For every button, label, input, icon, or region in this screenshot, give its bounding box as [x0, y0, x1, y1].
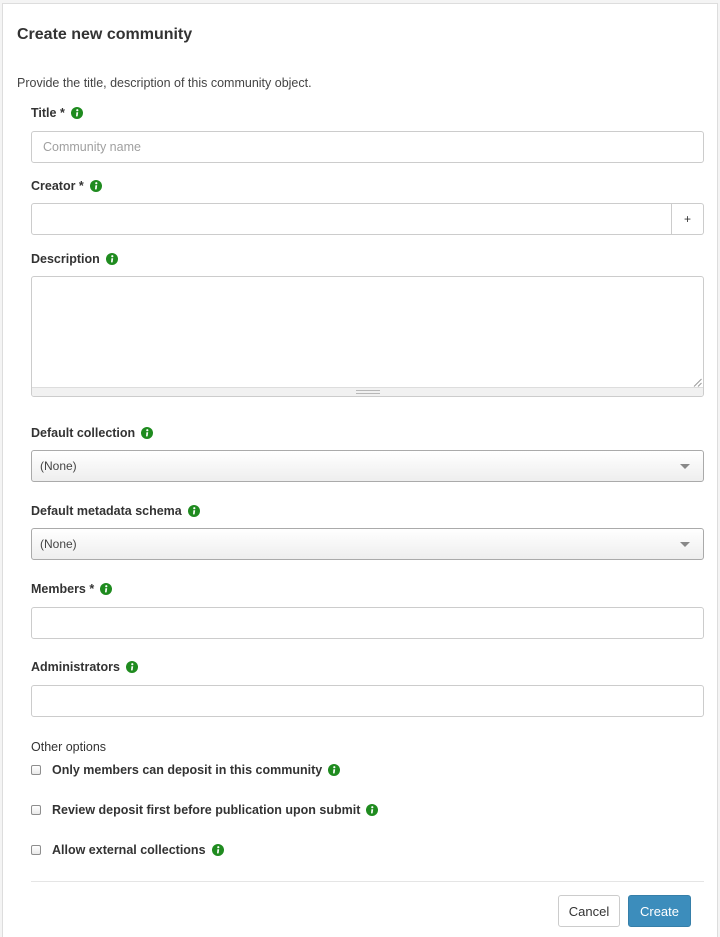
default-metadata-schema-select[interactable]: (None) [31, 528, 704, 560]
info-icon[interactable] [141, 427, 154, 439]
chevron-down-icon [680, 542, 690, 547]
option-members-only-deposit[interactable]: Only members can deposit in this communi… [31, 763, 341, 777]
title-input[interactable] [31, 131, 704, 163]
info-icon[interactable] [89, 180, 102, 192]
default-collection-selected-value: (None) [40, 459, 77, 473]
option-label: Review deposit first before publication … [52, 803, 361, 817]
option-allow-external-collections[interactable]: Allow external collections [31, 843, 224, 857]
textarea-drag-bar[interactable] [32, 387, 703, 396]
description-field [31, 276, 704, 397]
members-only-deposit-checkbox[interactable] [31, 765, 41, 775]
administrators-input[interactable] [31, 685, 704, 717]
cancel-button[interactable]: Cancel [558, 895, 620, 927]
members-label: Members * [31, 582, 113, 596]
info-icon[interactable] [105, 253, 118, 265]
allow-external-collections-checkbox[interactable] [31, 845, 41, 855]
info-icon[interactable] [366, 804, 379, 816]
page-title: Create new community [17, 26, 193, 43]
description-textarea[interactable] [32, 277, 703, 388]
default-collection-select[interactable]: (None) [31, 450, 704, 482]
info-icon[interactable] [125, 661, 138, 673]
description-label: Description [31, 252, 118, 266]
option-review-deposit[interactable]: Review deposit first before publication … [31, 803, 379, 817]
chevron-down-icon [680, 464, 690, 469]
option-label: Allow external collections [52, 843, 206, 857]
footer-divider [31, 881, 704, 882]
info-icon[interactable] [187, 505, 200, 517]
other-options-heading: Other options [31, 740, 107, 754]
drag-grip-icon [356, 390, 380, 394]
add-creator-button[interactable]: + [672, 203, 704, 235]
administrators-label-text: Administrators [31, 660, 120, 674]
title-label-text: Title * [31, 106, 65, 120]
description-label-text: Description [31, 252, 100, 266]
default-metadata-schema-selected-value: (None) [40, 537, 77, 551]
info-icon[interactable] [211, 844, 224, 856]
info-icon[interactable] [70, 107, 83, 119]
option-label: Only members can deposit in this communi… [52, 763, 323, 777]
administrators-label: Administrators [31, 660, 138, 674]
info-icon[interactable] [100, 583, 113, 595]
members-input[interactable] [31, 607, 704, 639]
creator-input[interactable] [31, 203, 672, 235]
create-community-panel: Create new community Provide the title, … [2, 3, 718, 937]
form-intro-text: Provide the title, description of this c… [17, 76, 312, 90]
review-deposit-checkbox[interactable] [31, 805, 41, 815]
default-metadata-schema-label: Default metadata schema [31, 504, 200, 518]
creator-label-text: Creator * [31, 179, 84, 193]
default-collection-label-text: Default collection [31, 426, 136, 440]
create-button[interactable]: Create [628, 895, 691, 927]
default-collection-label: Default collection [31, 426, 154, 440]
info-icon[interactable] [328, 764, 341, 776]
creator-label: Creator * [31, 179, 102, 193]
members-label-text: Members * [31, 582, 95, 596]
title-label: Title * [31, 106, 83, 120]
resize-handle-icon[interactable] [693, 378, 702, 387]
default-metadata-schema-label-text: Default metadata schema [31, 504, 182, 518]
